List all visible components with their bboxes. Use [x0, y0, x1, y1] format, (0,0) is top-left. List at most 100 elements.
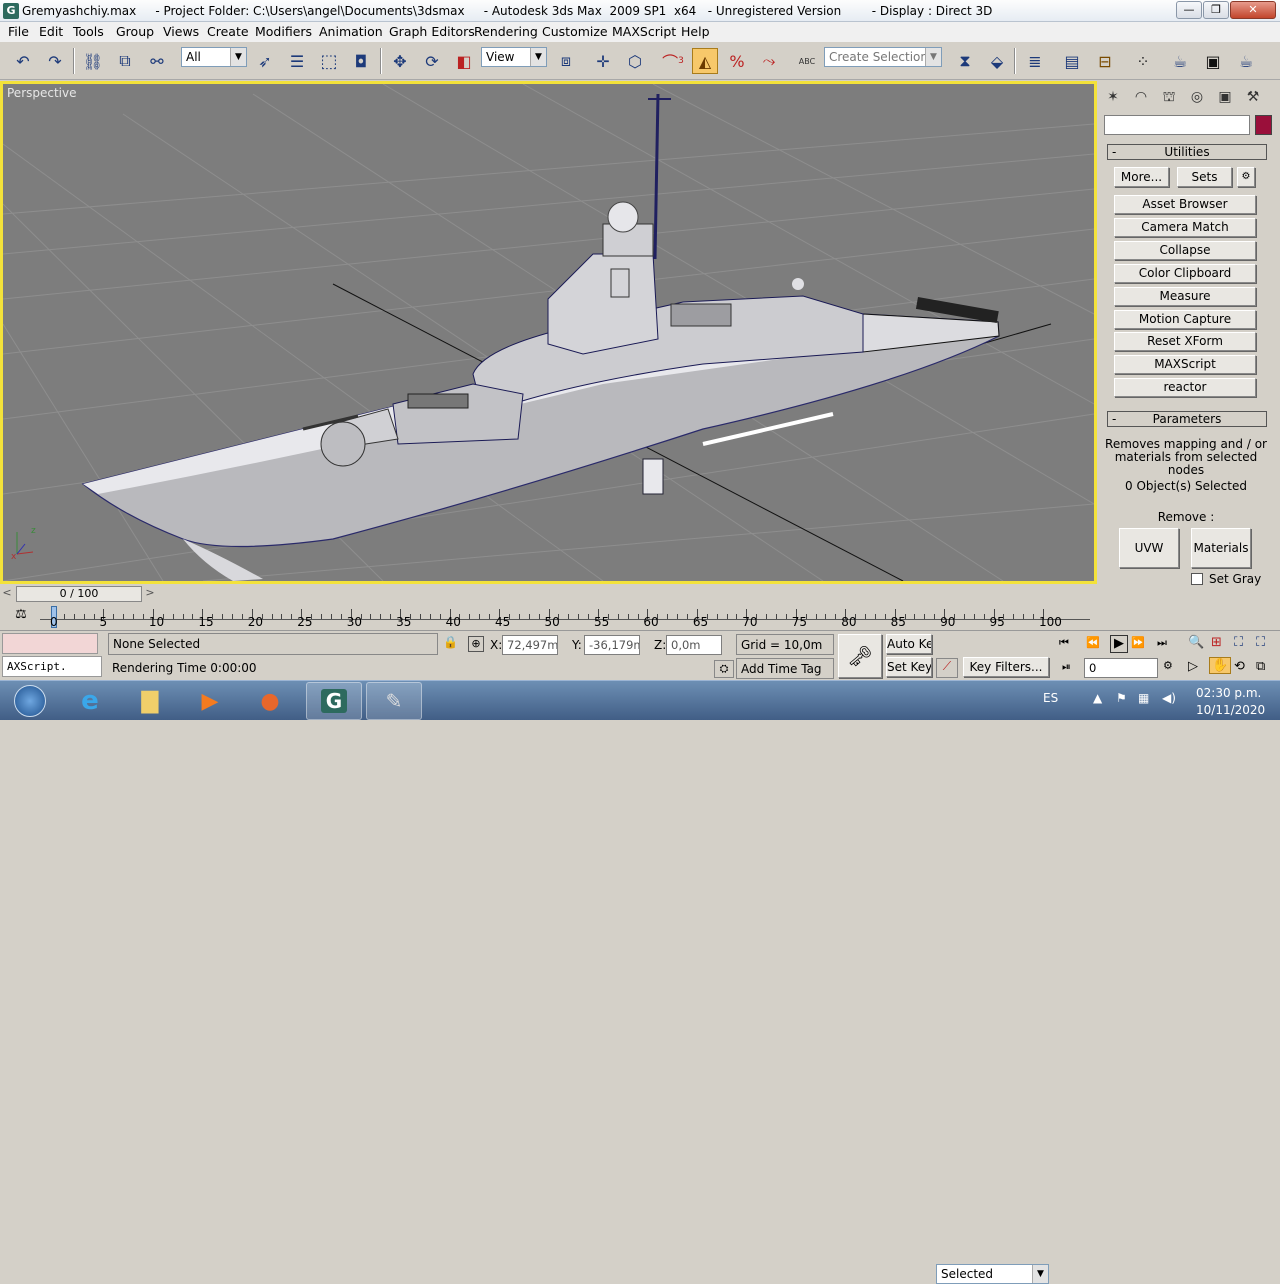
utility-maxscript-button[interactable]: MAXScript — [1114, 355, 1256, 374]
more-button[interactable]: More... — [1114, 167, 1169, 187]
arc-rotate-icon[interactable]: ⟲ — [1234, 659, 1245, 674]
taskbar-internet-explorer[interactable]: e — [62, 682, 118, 720]
menu-maxscript[interactable]: MAXScript — [612, 24, 676, 39]
time-slider-thumb[interactable]: 0 / 100 — [16, 586, 142, 602]
perspective-viewport[interactable]: Perspective z x — [0, 81, 1097, 584]
utility-motion-capture-button[interactable]: Motion Capture — [1114, 310, 1256, 329]
track-bar[interactable]: ⚖ 0 5 10 15 20 25 30 35 40 45 50 55 60 65 70 75 80 85 90 95… — [0, 603, 1097, 630]
go-to-start-icon[interactable]: ⏮ — [1059, 636, 1069, 650]
parameters-rollout-header[interactable]: - Parameters — [1107, 411, 1267, 427]
selection-filter-dropdown[interactable]: All ▼ — [181, 47, 247, 67]
key-mode-dropdown[interactable]: Selected ▼ — [936, 1264, 1049, 1284]
snaps-toggle-icon[interactable]: ⌒ 3 — [660, 48, 686, 74]
taskbar-firefox[interactable]: ● — [242, 682, 298, 720]
y-coordinate-field[interactable]: -36,179m — [584, 635, 640, 655]
bind-to-space-warp-icon[interactable]: ⚯ — [144, 48, 170, 74]
window-crossing-icon[interactable]: ◘ — [348, 48, 374, 74]
remove-uvw-button[interactable]: UVW — [1119, 528, 1179, 568]
rendered-frame-window-icon[interactable]: ▣ — [1200, 48, 1226, 74]
menu-file[interactable]: File — [8, 24, 29, 39]
angle-snap-icon[interactable]: ◭ — [692, 48, 718, 74]
time-slider-prev[interactable]: < — [0, 586, 14, 602]
menu-help[interactable]: Help — [681, 24, 710, 39]
edit-named-selection-icon[interactable]: ABC — [794, 48, 820, 74]
quick-render-icon[interactable]: ☕ — [1233, 48, 1259, 74]
go-to-end-icon[interactable]: ⏭ — [1157, 636, 1167, 650]
remove-materials-button[interactable]: Materials — [1191, 528, 1251, 568]
taskbar-file-explorer[interactable]: ▇ — [122, 682, 178, 720]
absolute-offset-mode-icon[interactable]: ⊕ — [468, 636, 484, 652]
taskbar-paint[interactable]: ✎ — [366, 682, 422, 720]
x-coordinate-field[interactable]: 72,497m — [502, 635, 558, 655]
action-center-icon[interactable]: ⚑ — [1116, 691, 1127, 705]
menu-group[interactable]: Group — [116, 24, 154, 39]
utilities-tab-icon[interactable]: ⚒ — [1241, 85, 1265, 109]
select-and-rotate-icon[interactable]: ⟳ — [419, 48, 445, 74]
select-and-link-icon[interactable]: ⛓ — [80, 48, 106, 74]
utilities-rollout-header[interactable]: - Utilities — [1107, 144, 1267, 160]
keyboard-shortcut-override-icon[interactable]: ⬡ — [622, 48, 648, 74]
menu-animation[interactable]: Animation — [319, 24, 383, 39]
pivot-center-icon[interactable]: ⧈ — [553, 48, 579, 74]
undo-icon[interactable]: ↶ — [10, 48, 36, 74]
zoom-extents-icon[interactable]: ⛶ — [1234, 635, 1243, 650]
time-slider[interactable]: < 0 / 100 > — [0, 585, 1097, 603]
set-gray-checkbox[interactable] — [1191, 573, 1203, 585]
start-button[interactable] — [0, 682, 60, 720]
configure-button-sets-icon[interactable]: ⚙ — [1237, 167, 1255, 187]
menu-customize[interactable]: Customize — [542, 24, 608, 39]
utility-reset-xform-button[interactable]: Reset XForm — [1114, 332, 1256, 351]
zoom-extents-all-icon[interactable]: ⛶ — [1256, 635, 1265, 650]
motion-tab-icon[interactable]: ◎ — [1185, 85, 1209, 109]
material-editor-icon[interactable]: ⁘ — [1130, 48, 1156, 74]
network-icon[interactable]: ▦ — [1138, 691, 1149, 705]
menu-graph-editors[interactable]: Graph Editors — [389, 24, 475, 39]
menu-rendering[interactable]: Rendering — [474, 24, 538, 39]
reference-coordinate-dropdown[interactable]: View ▼ — [481, 47, 547, 67]
utility-reactor-button[interactable]: reactor — [1114, 378, 1256, 397]
sets-button[interactable]: Sets — [1177, 167, 1232, 187]
redo-icon[interactable]: ↷ — [42, 48, 68, 74]
maximize-viewport-icon[interactable]: ⧉ — [1256, 659, 1265, 674]
time-slider-next[interactable]: > — [143, 586, 157, 602]
create-tab-icon[interactable]: ✶ — [1101, 85, 1125, 109]
select-by-name-icon[interactable]: ☰ — [284, 48, 310, 74]
language-indicator[interactable]: ES — [1043, 691, 1058, 705]
time-configuration-icon[interactable]: ⚙ — [1163, 659, 1173, 672]
display-tab-icon[interactable]: ▣ — [1213, 85, 1237, 109]
menu-tools[interactable]: Tools — [73, 24, 104, 39]
show-hidden-icons-icon[interactable]: ▲ — [1093, 691, 1102, 705]
clock-time[interactable]: 02:30 p.m. — [1196, 686, 1261, 700]
utility-measure-button[interactable]: Measure — [1114, 287, 1256, 306]
maxscript-mini-listener[interactable]: AXScript. — [2, 656, 102, 677]
menu-edit[interactable]: Edit — [39, 24, 63, 39]
select-and-manipulate-icon[interactable]: ✛ — [590, 48, 616, 74]
utility-color-clipboard-button[interactable]: Color Clipboard — [1114, 264, 1256, 283]
3dsmax-app-icon[interactable]: G — [3, 3, 19, 19]
select-and-scale-icon[interactable]: ◧ — [451, 48, 477, 74]
maxscript-listener-mini-top[interactable] — [2, 633, 98, 654]
next-frame-icon[interactable]: ⏩ — [1131, 636, 1145, 649]
zoom-icon[interactable]: 🔍 — [1188, 635, 1204, 650]
clock-date[interactable]: 10/11/2020 — [1196, 703, 1265, 717]
z-coordinate-field[interactable]: 0,0m — [666, 635, 722, 655]
taskbar-3dsmax[interactable]: G — [306, 682, 362, 720]
current-frame-field[interactable]: 0 — [1084, 658, 1158, 678]
maximize-button[interactable]: ❐ — [1203, 1, 1229, 19]
key-mode-toggle-icon[interactable]: ⏯ — [1062, 660, 1071, 674]
menu-modifiers[interactable]: Modifiers — [255, 24, 312, 39]
pan-view-icon[interactable]: ✋ — [1209, 657, 1232, 674]
object-name-field[interactable] — [1104, 115, 1250, 135]
minimize-button[interactable]: — — [1176, 1, 1202, 19]
utility-collapse-button[interactable]: Collapse — [1114, 241, 1256, 260]
time-tag-icon[interactable]: ⛭ — [714, 660, 734, 678]
rectangular-selection-icon[interactable]: ⬚ — [316, 48, 342, 74]
previous-frame-icon[interactable]: ⏪ — [1086, 636, 1100, 649]
add-time-tag-button[interactable]: Add Time Tag — [736, 658, 834, 679]
play-animation-icon[interactable]: ▶ — [1110, 635, 1128, 653]
set-key-button[interactable]: Set Key — [886, 657, 932, 677]
menu-views[interactable]: Views — [163, 24, 199, 39]
render-setup-icon[interactable]: ☕ — [1167, 48, 1193, 74]
field-of-view-icon[interactable]: ▷ — [1188, 659, 1198, 674]
object-color-swatch[interactable] — [1255, 115, 1272, 135]
